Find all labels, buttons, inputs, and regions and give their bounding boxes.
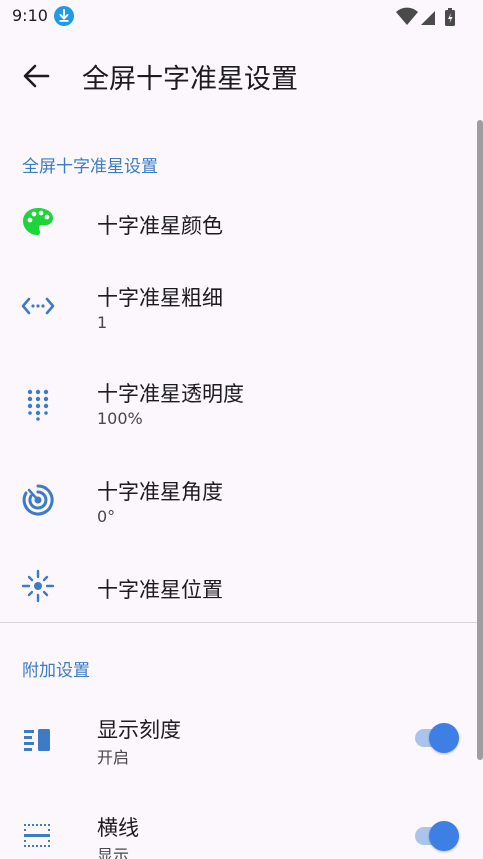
- line-weight-icon: [20, 288, 56, 324]
- pref-crosshair-thickness[interactable]: 十字准星粗细 1: [0, 270, 477, 366]
- battery-icon: [445, 8, 455, 26]
- scrollbar[interactable]: [477, 120, 483, 760]
- show-scale-switch[interactable]: [415, 723, 459, 753]
- pref-horizontal-line[interactable]: 横线 显示: [0, 786, 477, 859]
- status-time: 9:10: [12, 6, 48, 25]
- pref-crosshair-color[interactable]: 十字准星颜色: [0, 174, 477, 270]
- pref-summary: 100%: [97, 409, 143, 428]
- section-header-additional: 附加设置: [22, 661, 90, 681]
- pref-title: 十字准星位置: [97, 578, 223, 602]
- pref-summary: 0°: [97, 507, 116, 526]
- horizontal-line-switch[interactable]: [415, 821, 459, 851]
- horizontal-lines-icon: [20, 818, 56, 854]
- palette-icon: [20, 204, 56, 240]
- pref-crosshair-opacity[interactable]: 十字准星透明度 100%: [0, 366, 477, 462]
- back-button[interactable]: [18, 58, 58, 94]
- scale-icon: [20, 722, 56, 758]
- arrow-back-icon: [23, 64, 50, 88]
- pref-title: 十字准星粗细: [97, 286, 223, 310]
- opacity-dots-icon: [20, 386, 56, 422]
- pref-crosshair-angle[interactable]: 十字准星角度 0°: [0, 462, 477, 558]
- pref-summary: 1: [97, 313, 108, 332]
- pref-title: 十字准星颜色: [97, 214, 223, 238]
- status-bar: 9:10: [0, 0, 483, 32]
- pref-title: 横线: [97, 816, 139, 840]
- wifi-icon: [396, 7, 418, 25]
- pref-crosshair-position[interactable]: 十字准星位置: [0, 558, 477, 654]
- cell-signal-icon: [421, 11, 435, 25]
- pref-title: 显示刻度: [97, 718, 181, 742]
- pref-title: 十字准星透明度: [97, 382, 244, 406]
- app-bar: 全屏十字准星设置: [0, 32, 483, 120]
- page-title: 全屏十字准星设置: [82, 64, 298, 95]
- status-icons: [391, 6, 471, 26]
- switch-thumb: [429, 723, 459, 753]
- pref-summary: 显示: [97, 846, 130, 859]
- rotate-target-icon: [20, 482, 56, 518]
- section-divider: [0, 622, 477, 623]
- position-sun-icon: [20, 568, 56, 604]
- switch-thumb: [429, 821, 459, 851]
- pref-title: 十字准星角度: [97, 480, 223, 504]
- pref-show-scale[interactable]: 显示刻度 开启: [0, 690, 477, 786]
- pref-summary: 开启: [97, 748, 130, 767]
- download-icon: [54, 6, 74, 26]
